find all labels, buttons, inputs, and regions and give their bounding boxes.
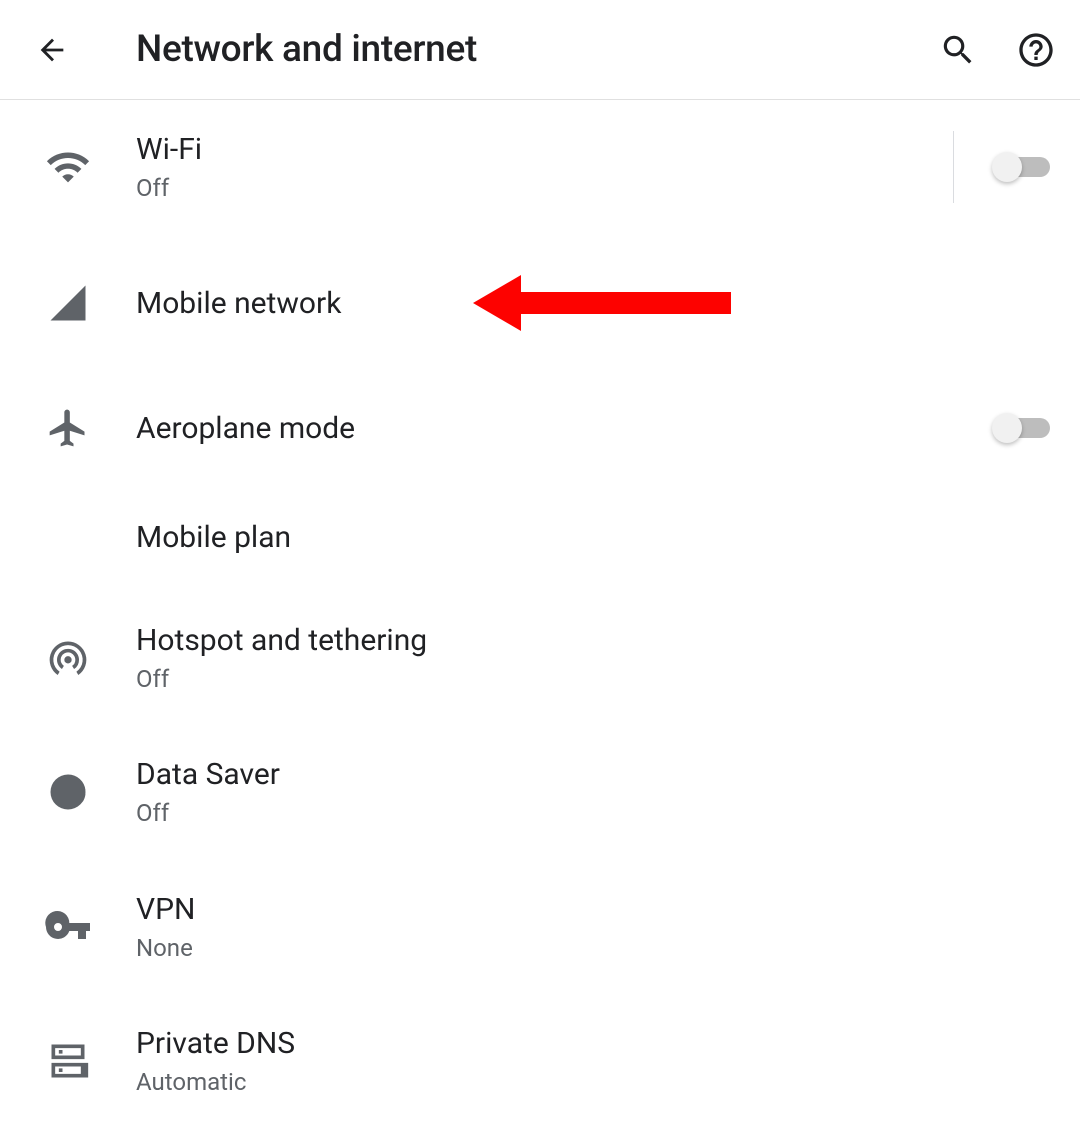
- signal-cellular-icon: [0, 282, 136, 324]
- item-private-dns-texts: Private DNS Automatic: [136, 1024, 1050, 1098]
- item-vpn-title: VPN: [136, 890, 1050, 929]
- item-private-dns-title: Private DNS: [136, 1024, 1050, 1063]
- item-mobile-plan-title: Mobile plan: [136, 518, 1050, 557]
- item-mobile-plan[interactable]: Mobile plan: [0, 484, 1080, 591]
- wifi-toggle-knob: [992, 152, 1022, 182]
- item-aeroplane-title: Aeroplane mode: [136, 409, 964, 448]
- data-saver-icon: [0, 771, 136, 813]
- item-hotspot[interactable]: Hotspot and tethering Off: [0, 591, 1080, 725]
- wifi-icon: [0, 144, 136, 190]
- item-mobile-network-texts: Mobile network: [136, 284, 1050, 323]
- aeroplane-toggle-knob: [992, 413, 1022, 443]
- help-outline-icon: [1016, 30, 1056, 70]
- wifi-divider: [953, 131, 954, 203]
- item-aeroplane-texts: Aeroplane mode: [136, 409, 964, 448]
- item-aeroplane-mode[interactable]: Aeroplane mode: [0, 372, 1080, 484]
- back-button[interactable]: [28, 26, 76, 74]
- app-bar: Network and internet: [0, 0, 1080, 100]
- item-data-saver-texts: Data Saver Off: [136, 755, 1050, 829]
- item-hotspot-texts: Hotspot and tethering Off: [136, 621, 1050, 695]
- item-vpn-sub: None: [136, 933, 1050, 964]
- item-data-saver[interactable]: Data Saver Off: [0, 725, 1080, 859]
- item-mobile-network-title: Mobile network: [136, 284, 1050, 323]
- search-button[interactable]: [934, 26, 982, 74]
- item-wifi-title: Wi-Fi: [136, 130, 923, 169]
- page-title: Network and internet: [136, 28, 934, 71]
- item-mobile-plan-texts: Mobile plan: [136, 518, 1050, 557]
- arrow-back-icon: [35, 33, 69, 67]
- item-wifi-texts: Wi-Fi Off: [136, 130, 923, 204]
- item-aeroplane-trailing: [964, 418, 1050, 438]
- search-icon: [939, 31, 977, 69]
- item-mobile-network[interactable]: Mobile network: [0, 234, 1080, 372]
- item-data-saver-sub: Off: [136, 798, 1050, 829]
- hotspot-icon: [0, 636, 136, 680]
- item-hotspot-title: Hotspot and tethering: [136, 621, 1050, 660]
- item-wifi-trailing: [923, 131, 1050, 203]
- item-private-dns[interactable]: Private DNS Automatic: [0, 994, 1080, 1128]
- item-vpn-texts: VPN None: [136, 890, 1050, 964]
- app-bar-actions: [934, 26, 1060, 74]
- item-wifi-sub: Off: [136, 173, 923, 204]
- dns-icon: [0, 1039, 136, 1083]
- airplane-icon: [0, 406, 136, 450]
- help-button[interactable]: [1012, 26, 1060, 74]
- wifi-toggle[interactable]: [994, 157, 1050, 177]
- item-vpn[interactable]: VPN None: [0, 860, 1080, 994]
- settings-list: Wi-Fi Off Mobile network: [0, 100, 1080, 1128]
- item-data-saver-title: Data Saver: [136, 755, 1050, 794]
- vpn-key-icon: [0, 903, 136, 951]
- item-wifi[interactable]: Wi-Fi Off: [0, 100, 1080, 234]
- item-private-dns-sub: Automatic: [136, 1067, 1050, 1098]
- aeroplane-toggle[interactable]: [994, 418, 1050, 438]
- item-hotspot-sub: Off: [136, 664, 1050, 695]
